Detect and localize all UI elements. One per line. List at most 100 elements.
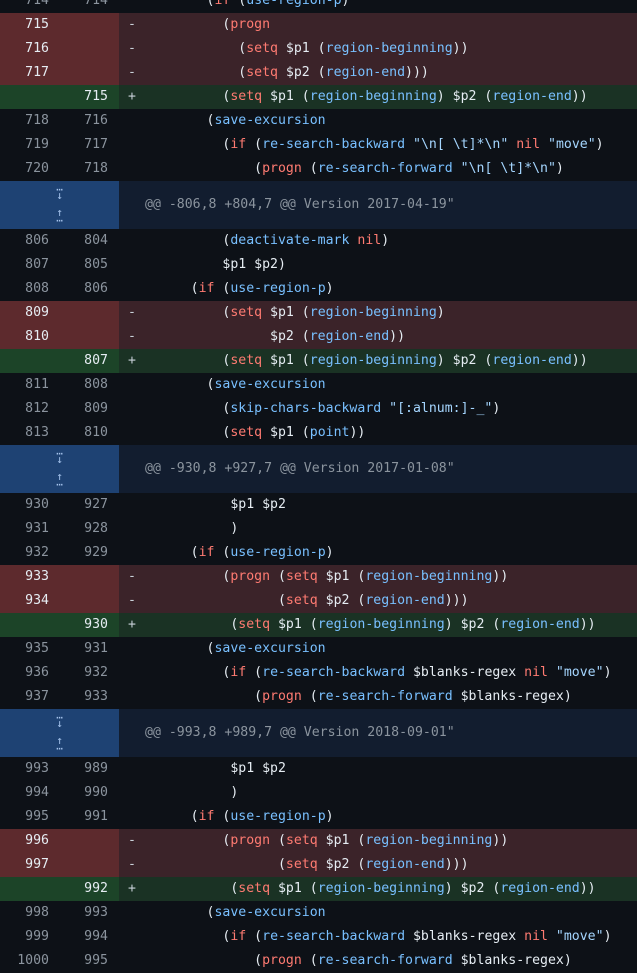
new-line-number[interactable]: 990: [60, 781, 119, 805]
old-line-number[interactable]: 934: [0, 589, 60, 613]
code-token: $p2 (: [143, 329, 310, 344]
old-line-number[interactable]: [0, 877, 60, 901]
new-line-number[interactable]: 714: [60, 0, 119, 13]
new-line-number[interactable]: 993: [60, 901, 119, 925]
old-line-number[interactable]: [0, 349, 60, 373]
code-token: )): [579, 617, 596, 632]
new-line-number[interactable]: 933: [60, 685, 119, 709]
code-text: (setq $p1 (region-beginning) $p2 (region…: [143, 877, 637, 901]
code-token: re-search-forward: [317, 953, 453, 968]
code-token: $p1 (: [262, 353, 310, 368]
old-line-number[interactable]: 996: [0, 829, 60, 853]
old-line-number[interactable]: 813: [0, 421, 60, 445]
old-line-number[interactable]: 995: [0, 805, 60, 829]
old-line-number[interactable]: 716: [0, 37, 60, 61]
old-line-number[interactable]: 812: [0, 397, 60, 421]
code-token: region-beginning: [365, 569, 493, 584]
new-line-number[interactable]: [60, 589, 119, 613]
old-line-number[interactable]: 808: [0, 277, 60, 301]
new-line-number[interactable]: 717: [60, 133, 119, 157]
new-line-number[interactable]: 718: [60, 157, 119, 181]
new-line-number[interactable]: 994: [60, 925, 119, 949]
code-token: nil: [357, 233, 382, 248]
old-line-number[interactable]: 933: [0, 565, 60, 589]
old-line-number[interactable]: 806: [0, 229, 60, 253]
new-line-number[interactable]: 928: [60, 517, 119, 541]
old-line-number[interactable]: 937: [0, 685, 60, 709]
old-line-number[interactable]: 809: [0, 301, 60, 325]
code-token: $blanks-regex): [452, 953, 572, 968]
old-line-number[interactable]: 994: [0, 781, 60, 805]
context-line: 999 994 (if (re-search-backward $blanks-r…: [0, 925, 637, 949]
old-line-number[interactable]: 714: [0, 0, 60, 13]
diff-marker: -: [119, 853, 143, 877]
code-token: $blanks-regex: [405, 665, 525, 680]
new-line-number[interactable]: 809: [60, 397, 119, 421]
old-line-number[interactable]: 717: [0, 61, 60, 85]
old-line-number[interactable]: 935: [0, 637, 60, 661]
new-line-number[interactable]: 804: [60, 229, 119, 253]
diff-marker: [119, 925, 143, 949]
old-line-number[interactable]: 998: [0, 901, 60, 925]
code-token: $p1 $p2: [143, 497, 286, 512]
old-line-number[interactable]: 807: [0, 253, 60, 277]
old-line-number[interactable]: 993: [0, 757, 60, 781]
new-line-number[interactable]: 929: [60, 541, 119, 565]
code-token: use-region-p: [230, 809, 326, 824]
new-line-number[interactable]: 932: [60, 661, 119, 685]
new-line-number[interactable]: [60, 13, 119, 37]
new-line-number[interactable]: [60, 325, 119, 349]
code-token: ): [436, 305, 445, 320]
new-line-number[interactable]: 930: [60, 613, 119, 637]
code-text: (progn: [143, 13, 637, 37]
new-line-number[interactable]: 716: [60, 109, 119, 133]
new-line-number[interactable]: 989: [60, 757, 119, 781]
new-line-number[interactable]: [60, 829, 119, 853]
old-line-number[interactable]: 1000: [0, 949, 60, 973]
new-line-number[interactable]: [60, 37, 119, 61]
new-line-number[interactable]: 991: [60, 805, 119, 829]
old-line-number[interactable]: 810: [0, 325, 60, 349]
old-line-number[interactable]: [0, 85, 60, 109]
expand-hunk-button[interactable]: ⋯ ↓ ↑ ⋯: [0, 709, 119, 757]
new-line-number[interactable]: 931: [60, 637, 119, 661]
new-line-number[interactable]: [60, 565, 119, 589]
code-token: (: [143, 17, 231, 32]
new-line-number[interactable]: 992: [60, 877, 119, 901]
code-token: if: [198, 545, 215, 560]
old-line-number[interactable]: 811: [0, 373, 60, 397]
old-line-number[interactable]: 718: [0, 109, 60, 133]
deleted-line: 997 - (setq $p2 (region-end))): [0, 853, 637, 877]
new-line-number[interactable]: [60, 853, 119, 877]
old-line-number[interactable]: 931: [0, 517, 60, 541]
code-token: (: [143, 377, 215, 392]
new-line-number[interactable]: 995: [60, 949, 119, 973]
new-line-number[interactable]: 808: [60, 373, 119, 397]
old-line-number[interactable]: 930: [0, 493, 60, 517]
deleted-line: 810 - $p2 (region-end)): [0, 325, 637, 349]
code-text: ): [143, 781, 637, 805]
code-token: region-end: [365, 593, 445, 608]
old-line-number[interactable]: 932: [0, 541, 60, 565]
expand-hunk-button[interactable]: ⋯ ↓ ↑ ⋯: [0, 445, 119, 493]
expand-hunk-button[interactable]: ⋯ ↓ ↑ ⋯: [0, 181, 119, 229]
code-token: ) $p2 (: [436, 353, 493, 368]
new-line-number[interactable]: 927: [60, 493, 119, 517]
old-line-number[interactable]: 936: [0, 661, 60, 685]
new-line-number[interactable]: 805: [60, 253, 119, 277]
old-line-number[interactable]: 715: [0, 13, 60, 37]
new-line-number[interactable]: 715: [60, 85, 119, 109]
old-line-number[interactable]: 719: [0, 133, 60, 157]
new-line-number[interactable]: [60, 301, 119, 325]
diff-marker: +: [119, 85, 143, 109]
old-line-number[interactable]: [0, 613, 60, 637]
code-token: "move": [548, 137, 596, 152]
old-line-number[interactable]: 999: [0, 925, 60, 949]
new-line-number[interactable]: 810: [60, 421, 119, 445]
new-line-number[interactable]: 807: [60, 349, 119, 373]
old-line-number[interactable]: 997: [0, 853, 60, 877]
new-line-number[interactable]: 806: [60, 277, 119, 301]
old-line-number[interactable]: 720: [0, 157, 60, 181]
new-line-number[interactable]: [60, 61, 119, 85]
